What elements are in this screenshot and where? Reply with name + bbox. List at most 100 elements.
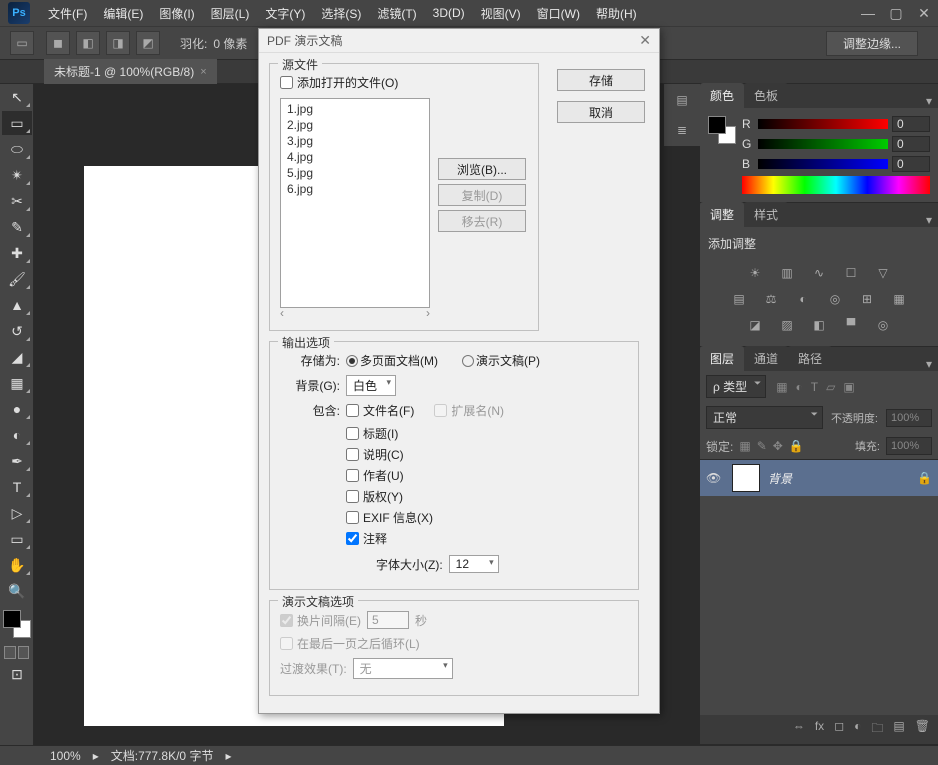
scroll-right-icon[interactable]: › <box>426 306 430 320</box>
balance-icon[interactable]: ⚖ <box>760 290 782 308</box>
history-brush-tool[interactable]: ↺ <box>2 319 32 343</box>
fill-field[interactable] <box>886 437 932 455</box>
author-checkbox[interactable]: 作者(U) <box>346 467 628 484</box>
duplicate-button[interactable]: 复制(D) <box>438 184 526 206</box>
delete-layer-icon[interactable]: 🗑 <box>915 719 930 740</box>
add-open-files-checkbox[interactable]: 添加打开的文件(O) <box>280 74 398 91</box>
fg-mini-swatch[interactable] <box>708 116 726 134</box>
curves-icon[interactable]: ∿ <box>808 264 830 282</box>
mode-add-icon[interactable]: ◧ <box>76 31 100 55</box>
link-layers-icon[interactable]: ⇔ <box>793 719 805 740</box>
path-select-tool[interactable]: ▷ <box>2 501 32 525</box>
browse-button[interactable]: 浏览(B)... <box>438 158 526 180</box>
close-tab-icon[interactable]: × <box>200 66 206 78</box>
invert-icon[interactable]: ◪ <box>744 316 766 334</box>
tab-layers[interactable]: 图层 <box>700 346 744 371</box>
b-value[interactable] <box>892 156 930 172</box>
tab-swatches[interactable]: 色板 <box>744 83 788 108</box>
eraser-tool[interactable]: ◢ <box>2 345 32 369</box>
filter-shape-icon[interactable]: ▱ <box>826 380 835 394</box>
brush-tool[interactable]: 🖌 <box>2 267 32 291</box>
opacity-field[interactable] <box>886 409 932 427</box>
lut-icon[interactable]: ▦ <box>888 290 910 308</box>
foreground-color-swatch[interactable] <box>3 610 21 628</box>
hue-icon[interactable]: ▤ <box>728 290 750 308</box>
multipage-radio[interactable]: 多页面文档(M) <box>346 352 438 369</box>
filter-adj-icon[interactable]: ◐ <box>796 380 803 394</box>
menu-edit[interactable]: 编辑(E) <box>95 0 151 27</box>
new-group-icon[interactable]: 🗀 <box>871 719 883 740</box>
mixer-icon[interactable]: ⊞ <box>856 290 878 308</box>
new-layer-icon[interactable]: ▤ <box>893 719 904 740</box>
zoom-level[interactable]: 100% <box>50 749 81 763</box>
crop-tool[interactable]: ✂ <box>2 189 32 213</box>
list-item[interactable]: 3.jpg <box>283 133 427 149</box>
marquee-tool[interactable]: ▭ <box>2 111 32 135</box>
g-value[interactable] <box>892 136 930 152</box>
panel-menu-icon[interactable]: ▾ <box>920 357 938 371</box>
menu-3d[interactable]: 3D(D) <box>425 1 473 25</box>
filter-type-icon[interactable]: T <box>811 380 818 394</box>
menu-layer[interactable]: 图层(L) <box>203 0 258 27</box>
doc-size-arrow[interactable]: ▸ <box>93 749 99 763</box>
menu-image[interactable]: 图像(I) <box>151 0 202 27</box>
tab-styles[interactable]: 样式 <box>744 202 788 227</box>
list-item[interactable]: 5.jpg <box>283 165 427 181</box>
stamp-tool[interactable]: ▲ <box>2 293 32 317</box>
tab-paths[interactable]: 路径 <box>788 346 832 371</box>
tab-color[interactable]: 颜色 <box>700 83 744 108</box>
mask-icon[interactable]: ◻ <box>834 719 844 740</box>
document-tab[interactable]: 未标题-1 @ 100%(RGB/8) × <box>44 59 217 84</box>
filename-checkbox[interactable]: 文件名(F) <box>346 402 414 419</box>
history-panel-icon[interactable]: ▤ <box>666 86 698 114</box>
color-mini-swatches[interactable] <box>708 116 736 144</box>
r-slider[interactable] <box>758 119 888 129</box>
minimize-button[interactable]: — <box>854 2 882 24</box>
zoom-tool[interactable]: 🔍 <box>2 579 32 603</box>
menu-view[interactable]: 视图(V) <box>473 0 529 27</box>
spectrum-bar[interactable] <box>742 176 930 194</box>
bw-icon[interactable]: ◐ <box>792 290 814 308</box>
properties-panel-icon[interactable]: ≣ <box>666 116 698 144</box>
layer-item[interactable]: 👁 背景 🔒 <box>700 460 938 496</box>
maximize-button[interactable]: ▢ <box>882 2 910 24</box>
lasso-tool[interactable]: ⬭ <box>2 137 32 161</box>
quickmask-toggle[interactable] <box>3 646 30 659</box>
posterize-icon[interactable]: ▨ <box>776 316 798 334</box>
dialog-close-icon[interactable]: ✕ <box>639 32 651 49</box>
move-tool[interactable]: ↖ <box>2 85 32 109</box>
list-item[interactable]: 6.jpg <box>283 181 427 197</box>
tab-adjustments[interactable]: 调整 <box>700 202 744 227</box>
vibrance-icon[interactable]: ▽ <box>872 264 894 282</box>
lock-pixels-icon[interactable]: ▦ <box>739 439 750 453</box>
lock-paint-icon[interactable]: ✎ <box>757 439 767 453</box>
presentation-radio[interactable]: 演示文稿(P) <box>462 352 540 369</box>
color-swatches[interactable] <box>3 610 31 638</box>
background-select[interactable]: 白色 <box>346 375 396 396</box>
blur-tool[interactable]: ● <box>2 397 32 421</box>
remove-button[interactable]: 移去(R) <box>438 210 526 232</box>
r-value[interactable] <box>892 116 930 132</box>
gradient-tool[interactable]: ▦ <box>2 371 32 395</box>
screen-mode[interactable]: ⊡ <box>2 662 32 686</box>
filter-kind-combo[interactable]: ρ 类型 <box>706 375 766 398</box>
b-slider[interactable] <box>758 159 888 169</box>
gradient-map-icon[interactable]: ▀ <box>840 316 862 334</box>
copyright-checkbox[interactable]: 版权(Y) <box>346 488 628 505</box>
exif-checkbox[interactable]: EXIF 信息(X) <box>346 509 628 526</box>
blend-mode-combo[interactable]: 正常 <box>706 406 823 429</box>
file-listbox[interactable]: 1.jpg 2.jpg 3.jpg 4.jpg 5.jpg 6.jpg <box>280 98 430 308</box>
list-item[interactable]: 2.jpg <box>283 117 427 133</box>
levels-icon[interactable]: ▥ <box>776 264 798 282</box>
refine-edge-button[interactable]: 调整边缘... <box>826 31 918 56</box>
title-checkbox[interactable]: 标题(I) <box>346 425 628 442</box>
list-item[interactable]: 1.jpg <box>283 101 427 117</box>
menu-select[interactable]: 选择(S) <box>313 0 369 27</box>
menu-help[interactable]: 帮助(H) <box>588 0 645 27</box>
menu-window[interactable]: 窗口(W) <box>529 0 588 27</box>
scroll-left-icon[interactable]: ‹ <box>280 306 284 320</box>
doc-info-arrow[interactable]: ▸ <box>225 749 231 763</box>
panel-menu-icon[interactable]: ▾ <box>920 94 938 108</box>
eyedropper-tool[interactable]: ✎ <box>2 215 32 239</box>
tab-channels[interactable]: 通道 <box>744 346 788 371</box>
